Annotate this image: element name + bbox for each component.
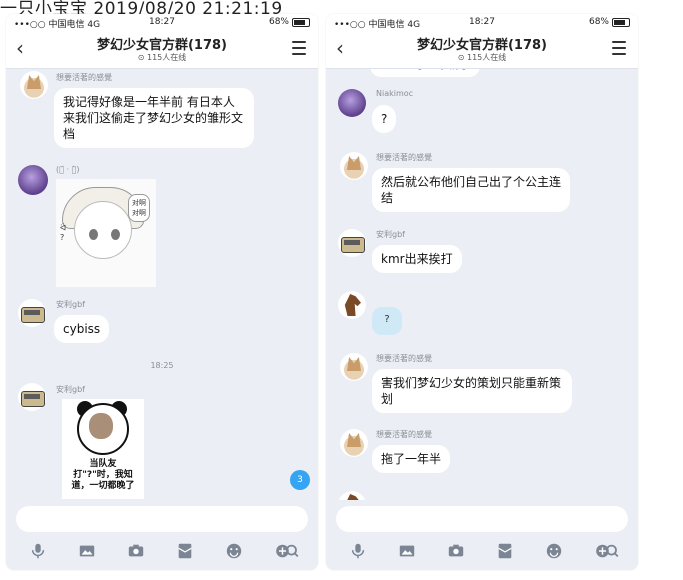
- avatar[interactable]: [20, 71, 48, 99]
- sender-name: 想要活著的感覺: [376, 153, 432, 162]
- sender-name: 安利gbf: [56, 385, 85, 394]
- menu-icon[interactable]: [292, 41, 306, 59]
- image-icon[interactable]: [77, 542, 97, 562]
- unread-badge[interactable]: 3: [290, 470, 310, 490]
- avatar[interactable]: [338, 491, 366, 500]
- message-bubble[interactable]: 一些 一了的事情了: [370, 69, 480, 77]
- toolbar: [326, 542, 638, 562]
- message-bubble[interactable]: 我记得好像是一年半前 有日本人来我们这偷走了梦幻少女的雏形文档: [54, 88, 254, 148]
- camera-icon[interactable]: [126, 542, 146, 562]
- input-area: [326, 500, 638, 570]
- avatar[interactable]: [340, 353, 368, 381]
- avatar[interactable]: [18, 383, 46, 411]
- battery-icon: [612, 17, 630, 27]
- menu-icon[interactable]: [612, 41, 626, 59]
- more-icon[interactable]: [594, 542, 620, 562]
- chat-screen-right: •••○○ 中国电信 4G 18:27 68% ‹ 梦幻少女官方群(178) ⊙…: [326, 14, 638, 570]
- camera-icon[interactable]: [446, 542, 466, 562]
- input-area: [6, 500, 318, 570]
- message-input[interactable]: [336, 506, 628, 532]
- emoji-icon[interactable]: [544, 542, 564, 562]
- image-icon[interactable]: [397, 542, 417, 562]
- toolbar: [6, 542, 318, 562]
- avatar[interactable]: [18, 165, 48, 195]
- message-list[interactable]: 想要活著的感覺 我记得好像是一年半前 有日本人来我们这偷走了梦幻少女的雏形文档 …: [6, 69, 318, 500]
- emoji-icon[interactable]: [224, 542, 244, 562]
- status-bar: •••○○ 中国电信 4G 18:27 68%: [326, 14, 638, 30]
- message-input[interactable]: [16, 506, 308, 532]
- avatar[interactable]: [338, 291, 366, 319]
- avatar[interactable]: [18, 299, 46, 327]
- battery-percent: 68%: [588, 17, 609, 27]
- group-title: 梦幻少女官方群(178): [416, 38, 548, 53]
- time-divider: 18:25: [150, 361, 174, 370]
- online-count: ⊙ 115人在线: [137, 53, 187, 62]
- message-bubble[interactable]: 拖了一年半: [372, 445, 451, 473]
- sender-name: Niakimoc: [376, 89, 414, 98]
- sender-name: 想要活著的感覺: [56, 73, 112, 82]
- microphone-icon[interactable]: [28, 542, 48, 562]
- sender-name: 想要活著的感覺: [376, 430, 432, 439]
- sender-name: 安利gbf: [56, 300, 85, 309]
- red-packet-icon[interactable]: [175, 542, 195, 562]
- message-list[interactable]: 一些 一了的事情了 Niakimoc ? 想要活著的感覺 然后就公布他们自己出了…: [326, 69, 638, 500]
- online-count: ⊙ 115人在线: [457, 53, 507, 62]
- battery-indicator: 68%: [269, 17, 310, 27]
- microphone-icon[interactable]: [348, 542, 368, 562]
- battery-icon: [292, 17, 310, 27]
- sticker-image[interactable]: 对啊 对啊 ᐛ ?: [56, 179, 156, 287]
- avatar[interactable]: [340, 152, 368, 180]
- message-bubble[interactable]: ?: [372, 105, 397, 133]
- avatar[interactable]: [338, 229, 366, 257]
- red-packet-icon[interactable]: [495, 542, 515, 562]
- more-icon[interactable]: [274, 542, 300, 562]
- message-bubble[interactable]: 害我们梦幻少女的策划只能重新策划: [372, 369, 572, 413]
- sticker-image[interactable]: 当队友 打"?"时，我知 道，一切都晚了: [62, 399, 144, 499]
- avatar[interactable]: [338, 89, 366, 117]
- avatar[interactable]: [340, 429, 368, 457]
- battery-percent: 68%: [268, 17, 289, 27]
- group-title: 梦幻少女官方群(178): [96, 38, 228, 53]
- sender-name: (ㆆ᷄ · ㆆ᷅): [56, 165, 80, 174]
- status-bar: •••○○ 中国电信 4G 18:27 68%: [6, 14, 318, 30]
- message-bubble[interactable]: kmr出来挨打: [372, 245, 462, 273]
- message-bubble[interactable]: cybiss: [54, 315, 110, 343]
- sticker-text: 当队友 打"?"时，我知 道，一切都晚了: [71, 459, 135, 491]
- chat-header: ‹ 梦幻少女官方群(178) ⊙ 115人在线: [6, 30, 318, 69]
- sticker-mark: ᐛ ?: [60, 223, 67, 242]
- sender-name: 想要活著的感覺: [376, 354, 432, 363]
- message-bubble[interactable]: 然后就公布他们自己出了个公主连结: [372, 168, 570, 212]
- battery-indicator: 68%: [589, 17, 630, 27]
- message-bubble[interactable]: ?: [372, 307, 402, 335]
- chat-header: ‹ 梦幻少女官方群(178) ⊙ 115人在线: [326, 30, 638, 69]
- sticker-text: 对啊 对啊: [128, 194, 150, 222]
- sender-name: 安利gbf: [376, 230, 405, 239]
- chat-screen-left: •••○○ 中国电信 4G 18:27 68% ‹ 梦幻少女官方群(178) ⊙…: [6, 14, 318, 570]
